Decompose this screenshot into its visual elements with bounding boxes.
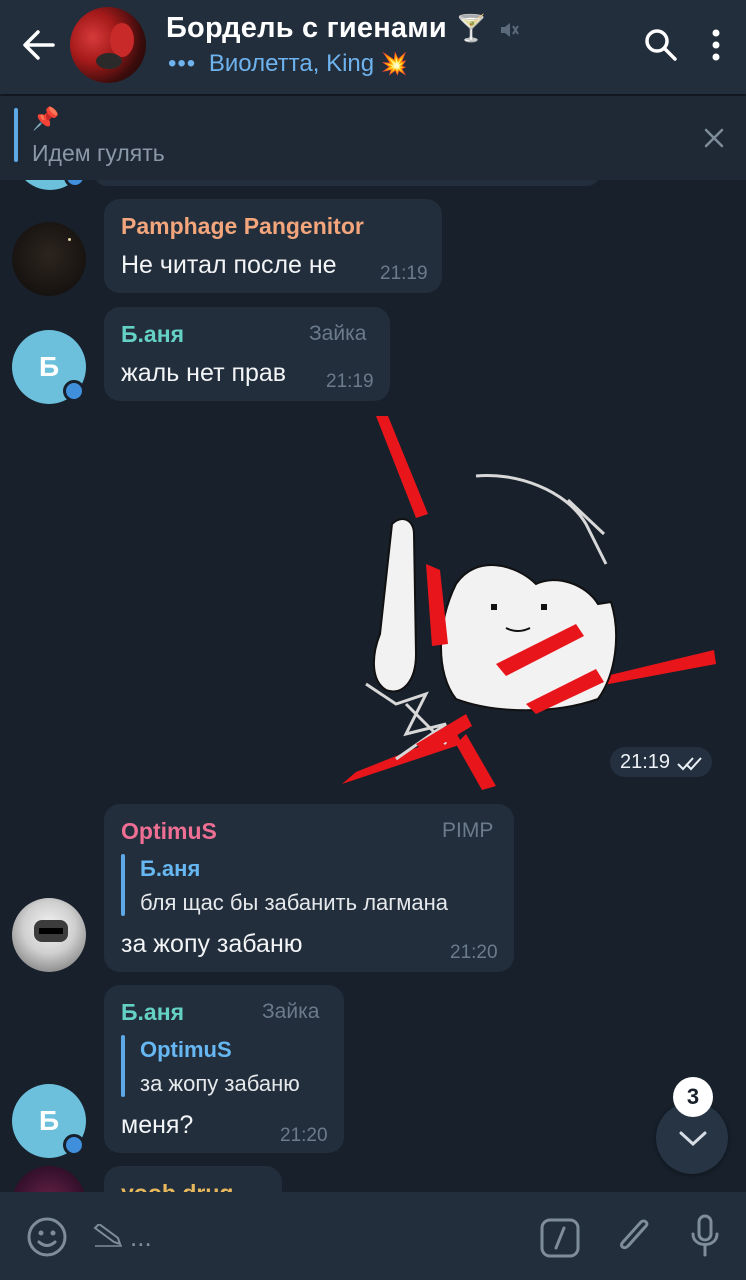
search-icon[interactable] (644, 28, 678, 62)
reply-bar (121, 1035, 125, 1097)
chat-avatar[interactable] (70, 7, 146, 83)
collision-emoji: 💥 (380, 51, 409, 76)
reply-author[interactable]: OptimuS (140, 1037, 232, 1063)
reply-text[interactable]: бля щас бы забанить лагмана (140, 890, 448, 916)
unread-count-badge: 3 (673, 1077, 713, 1117)
message-input-bar: ... (0, 1192, 746, 1280)
reply-bar (121, 854, 125, 916)
mute-icon (501, 23, 519, 37)
paperclip-icon[interactable] (614, 1216, 654, 1258)
reply-author[interactable]: Б.аня (140, 856, 200, 882)
message-bubble[interactable]: Б.аня Зайка OptimuS за жопу забаню меня?… (104, 985, 344, 1153)
typing-indicator: ••• (168, 50, 197, 77)
chevron-down-icon (679, 1131, 707, 1147)
online-indicator (63, 1134, 85, 1156)
message-bubble[interactable]: OptimuS PIMP Б.аня бля щас бы забанить л… (104, 804, 514, 972)
chat-subtitle: ••• Виолетта, King 💥 (168, 50, 409, 77)
message-text: Не читал после не (121, 251, 337, 279)
message-bubble[interactable]: Pamphage Pangenitor Не читал после не 21… (104, 199, 442, 293)
pinned-accent-bar (14, 108, 18, 162)
slash-command-icon[interactable] (540, 1218, 580, 1258)
sender-name[interactable]: OptimuS (121, 818, 217, 845)
input-placeholder: ... (130, 1222, 152, 1252)
pencil-icon (93, 1224, 122, 1247)
double-check-icon (677, 757, 702, 771)
sender-name[interactable]: Б.аня (121, 999, 184, 1026)
sender-name[interactable]: Б.аня (121, 321, 184, 348)
message-time: 21:19 (326, 371, 374, 392)
cocktail-emoji: 🍸 (455, 13, 488, 43)
message-input[interactable]: ... (90, 1212, 510, 1262)
sender-name[interactable]: Pamphage Pangenitor (121, 213, 364, 240)
pushpin-icon: 📌 (32, 106, 60, 131)
online-indicator (63, 380, 85, 402)
microphone-icon[interactable] (690, 1214, 720, 1258)
message-text: жаль нет прав (121, 359, 287, 387)
message-time: 21:19 (380, 263, 428, 284)
sticker[interactable] (336, 414, 726, 794)
message-time: 21:20 (280, 1125, 328, 1146)
sticker-image (342, 416, 716, 790)
message-text: за жопу забаню (121, 930, 303, 958)
pinned-message-bar[interactable]: 📌 Идем гулять (0, 96, 746, 180)
admin-title: Зайка (262, 1000, 320, 1023)
emoji-icon[interactable] (26, 1216, 68, 1258)
message-time: 21:19 (620, 751, 671, 773)
reply-text[interactable]: за жопу забаню (140, 1071, 300, 1097)
chat-title[interactable]: Бордель с гиенами 🍸 (166, 12, 488, 45)
pinned-text: Идем гулять (32, 140, 165, 166)
message-time: 21:20 (450, 942, 498, 963)
message-text: меня? (121, 1111, 194, 1139)
close-icon[interactable] (704, 128, 724, 148)
admin-title: PIMP (442, 819, 494, 842)
message-bubble[interactable]: Б.аня Зайка жаль нет прав 21:19 (104, 307, 390, 401)
chat-header: Бордель с гиенами 🍸 ••• Виолетта, King 💥 (0, 0, 746, 94)
admin-title: Зайка (309, 322, 367, 345)
avatar-optimus[interactable] (12, 898, 86, 972)
unread-count: 3 (686, 1084, 700, 1109)
arrow-left-icon[interactable] (22, 29, 56, 61)
more-vert-icon[interactable] (710, 28, 722, 62)
avatar-pamphage[interactable] (12, 222, 86, 296)
sticker-time-pill: 21:19 (610, 747, 712, 777)
